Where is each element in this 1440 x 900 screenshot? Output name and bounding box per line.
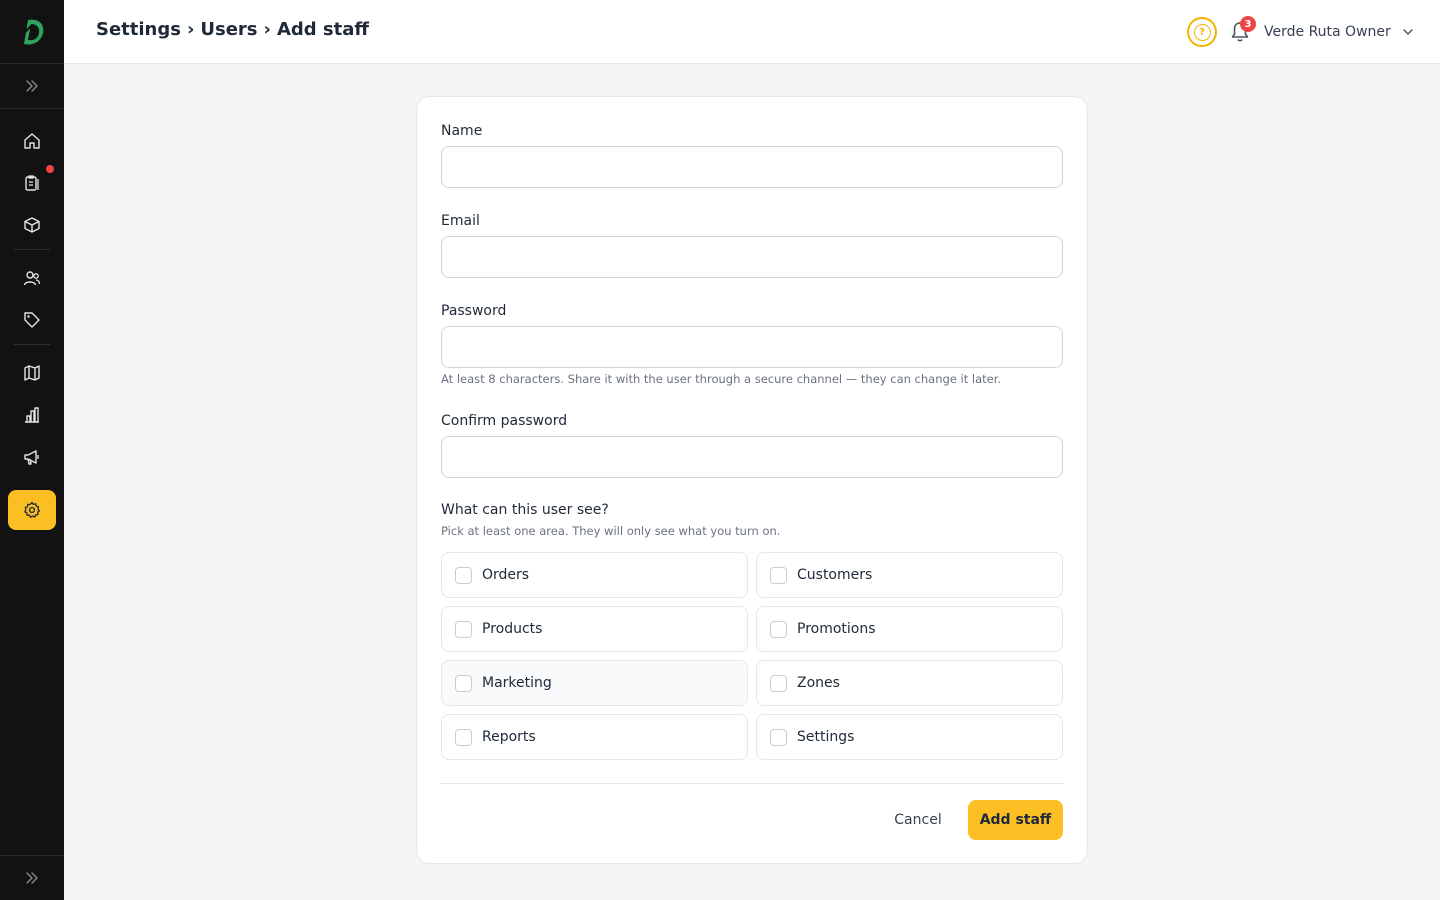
chevrons-right-icon (26, 80, 38, 92)
sidebar-divider (14, 249, 50, 250)
checkbox[interactable] (455, 674, 472, 692)
permission-customers[interactable]: Customers (756, 552, 1063, 598)
sidebar-item-products[interactable] (8, 205, 56, 245)
help-button[interactable]: ? (1187, 17, 1217, 47)
password-label: Password (441, 303, 507, 319)
permission-label: Orders (482, 567, 530, 583)
map-icon (24, 365, 40, 381)
checkbox[interactable] (455, 620, 472, 638)
checkbox[interactable] (770, 728, 787, 746)
permission-settings[interactable]: Settings (756, 714, 1063, 760)
cancel-button[interactable]: Cancel (882, 800, 954, 840)
form-divider (441, 783, 1063, 784)
breadcrumb-separator: › (263, 19, 271, 40)
brand-logo-icon (20, 19, 44, 45)
permission-reports[interactable]: Reports (441, 714, 748, 760)
permission-zones[interactable]: Zones (756, 660, 1063, 706)
sidebar-expand-button[interactable] (0, 64, 64, 109)
top-header: Settings › Users › Add staff ? 3 Verde R… (64, 0, 1440, 64)
email-input[interactable] (441, 236, 1063, 278)
box-icon (24, 217, 40, 233)
sidebar-item-reports[interactable] (8, 395, 56, 435)
permission-label: Settings (797, 729, 855, 745)
name-input[interactable] (441, 146, 1063, 188)
permission-marketing[interactable]: Marketing (441, 660, 748, 706)
email-label: Email (441, 213, 480, 229)
password-input[interactable] (441, 326, 1063, 368)
permission-label: Products (482, 621, 543, 637)
chevrons-right-icon (26, 872, 38, 884)
home-icon (24, 133, 40, 149)
sidebar-item-customers[interactable] (8, 258, 56, 298)
add-staff-button[interactable]: Add staff (968, 800, 1063, 840)
users-icon (23, 271, 41, 286)
breadcrumb-separator: › (186, 19, 195, 40)
checkbox[interactable] (770, 674, 787, 692)
checkbox[interactable] (455, 728, 472, 746)
orders-notification-dot (46, 165, 54, 173)
permissions-subtitle: Pick at least one area. They will only s… (441, 524, 781, 538)
gear-icon (24, 501, 41, 518)
permission-label: Zones (797, 675, 840, 691)
breadcrumb-settings[interactable]: Settings (96, 19, 181, 40)
clipboard-icon (25, 175, 39, 191)
sidebar-item-settings[interactable] (8, 490, 56, 530)
permission-orders[interactable]: Orders (441, 552, 748, 598)
breadcrumb: Settings › Users › Add staff (96, 19, 369, 40)
notification-badge: 3 (1240, 16, 1256, 32)
permission-label: Customers (797, 567, 873, 583)
sidebar-item-zones[interactable] (8, 353, 56, 393)
permission-label: Promotions (797, 621, 876, 637)
sidebar-collapse-toggle[interactable] (0, 855, 64, 900)
tag-icon (24, 312, 40, 328)
sidebar-item-home[interactable] (8, 121, 56, 161)
add-staff-form: Name Email Password At least 8 character… (416, 96, 1088, 864)
checkbox[interactable] (770, 566, 787, 584)
question-circle-icon: ? (1193, 23, 1211, 41)
permission-promotions[interactable]: Promotions (756, 606, 1063, 652)
sidebar-item-marketing[interactable] (8, 437, 56, 477)
user-menu[interactable]: Verde Ruta Owner (1264, 20, 1415, 44)
permissions-title: What can this user see? (441, 502, 609, 518)
confirm-password-label: Confirm password (441, 413, 568, 429)
checkbox[interactable] (455, 566, 472, 584)
sidebar-divider (14, 344, 50, 345)
sidebar (0, 0, 64, 900)
bar-chart-icon (25, 407, 39, 423)
user-name: Verde Ruta Owner (1264, 24, 1391, 40)
breadcrumb-users[interactable]: Users (200, 19, 257, 40)
password-hint: At least 8 characters. Share it with the… (441, 372, 1002, 386)
checkbox[interactable] (770, 620, 787, 638)
megaphone-icon (24, 450, 39, 465)
permission-label: Reports (482, 729, 536, 745)
chevron-down-icon (1403, 29, 1413, 35)
confirm-password-input[interactable] (441, 436, 1063, 478)
permission-products[interactable]: Products (441, 606, 748, 652)
permission-label: Marketing (482, 675, 552, 691)
breadcrumb-current: Add staff (276, 19, 369, 40)
sidebar-item-promotions[interactable] (8, 300, 56, 340)
brand-logo[interactable] (0, 0, 64, 64)
name-label: Name (441, 123, 483, 139)
